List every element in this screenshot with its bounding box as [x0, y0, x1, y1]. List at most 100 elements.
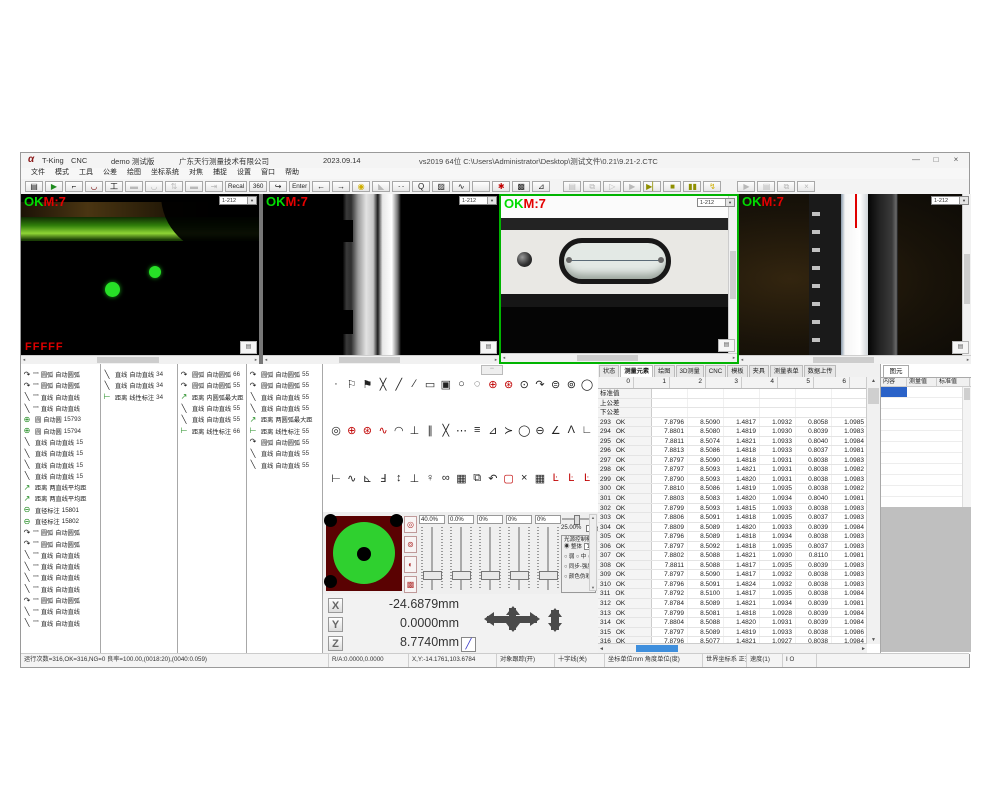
run-to-end-button[interactable]: ▶▏	[643, 181, 661, 192]
list-item[interactable]: ╲直线自动直线55	[247, 448, 322, 459]
disabled-tool-button[interactable]: ◡	[145, 181, 163, 192]
disabled-tool-button[interactable]: ⇥	[205, 181, 223, 192]
table-row[interactable]: 下公差	[598, 408, 867, 418]
scroll-down-icon[interactable]: ▼	[867, 637, 880, 643]
menu-item[interactable]: 捕捉	[208, 168, 232, 179]
table-tab[interactable]: 模板	[727, 365, 747, 377]
camera3-range-dropdown[interactable]: 1-212▾	[697, 198, 735, 207]
z-move-arrow[interactable]	[551, 610, 559, 630]
prev-button[interactable]: ←	[312, 181, 330, 192]
camera4-hscrollbar[interactable]: ◄►	[739, 355, 971, 364]
palette-tool-icon[interactable]: ╳	[376, 378, 390, 391]
element-row[interactable]	[881, 486, 963, 497]
scroll-left-icon[interactable]: ◄	[740, 357, 744, 363]
list-item[interactable]: ⊕圆自动圆15794	[21, 425, 100, 436]
menu-item[interactable]: 工具	[74, 168, 98, 179]
palette-tool-icon[interactable]: ⊢	[329, 472, 343, 485]
table-row[interactable]: 305OK 7.8796 8.5089 1.4818 1.0934 0.8038…	[598, 532, 867, 542]
palette-tool-icon[interactable]: ▢	[502, 472, 516, 485]
camera1-hscrollbar[interactable]: ◄►	[21, 355, 259, 364]
table-column-header[interactable]: 0	[598, 377, 634, 388]
scroll-left-icon[interactable]: ◄	[599, 646, 604, 652]
list-item[interactable]: ⊢距离线性标注34	[101, 392, 177, 403]
menu-item[interactable]: 模式	[50, 168, 74, 179]
list-item[interactable]: ╲***直线自动直线	[21, 572, 100, 583]
scroll-right-icon[interactable]: ►	[732, 355, 736, 361]
palette-tool-icon[interactable]: ⊛	[502, 378, 516, 391]
palette-tool-icon[interactable]: ⊥	[407, 424, 421, 437]
open2-button[interactable]: ▷	[603, 181, 621, 192]
palette-tool-icon[interactable]: ∞	[439, 472, 453, 485]
table-row[interactable]: 294OK 7.8801 8.5080 1.4819 1.0930 0.8039…	[598, 427, 867, 437]
light-mode-icon[interactable]: ▩	[404, 576, 417, 593]
y-move-arrow[interactable]	[509, 608, 516, 630]
list-item[interactable]: ↷***圆弧自动圆弧	[21, 538, 100, 549]
scroll-up-icon[interactable]: ▲	[867, 378, 880, 384]
slider-thumb[interactable]	[423, 571, 442, 580]
slider-track[interactable]	[479, 527, 501, 590]
slider-track[interactable]	[450, 527, 472, 590]
stop-button[interactable]: ■	[663, 181, 681, 192]
minimize-button[interactable]: —	[909, 155, 923, 164]
palette-tool-icon[interactable]: ⊚	[564, 378, 578, 391]
palette-tool-icon[interactable]: ▦	[455, 472, 469, 485]
palette-tool-icon[interactable]: ◌	[470, 378, 484, 391]
list-item[interactable]: ╲***直线自动直线	[21, 561, 100, 572]
list-item[interactable]: ↷圆弧自动圆弧55	[247, 437, 322, 448]
run-button[interactable]: ↯	[703, 181, 721, 192]
table-row[interactable]: 上公差	[598, 399, 867, 409]
caliper-tool-button[interactable]: 工	[105, 181, 123, 192]
save3-button[interactable]: ▤	[757, 181, 775, 192]
table-row[interactable]: 293OK 7.8796 8.5090 1.4817 1.0932 0.8058…	[598, 418, 867, 428]
list-item[interactable]: ╲直线自动直线55	[178, 403, 246, 414]
palette-tool-icon[interactable]: ⊕	[486, 378, 500, 391]
light-slider[interactable]: 0%	[535, 515, 561, 592]
list-item[interactable]: ╲直线自动直线55	[247, 459, 322, 470]
table-row[interactable]: 301OK 7.8803 8.5083 1.4820 1.0934 0.8040…	[598, 494, 867, 504]
element-col-header[interactable]: 标准值	[937, 378, 970, 386]
list-item[interactable]: ↗距离两直线平均距	[21, 493, 100, 504]
list-item[interactable]: ⊢距离线性标注66	[178, 425, 246, 436]
copy-button[interactable]: ⧉	[583, 181, 601, 192]
table-column-header[interactable]: 4	[742, 377, 778, 388]
palette-tool-icon[interactable]: ♀	[423, 472, 437, 485]
list-item[interactable]: ↗距离两直线平均距	[21, 482, 100, 493]
enter-button[interactable]: Enter	[289, 181, 310, 192]
palette-tool-icon[interactable]: ⋯	[455, 424, 469, 437]
list-item[interactable]: ╲***直线自动直线	[21, 550, 100, 561]
element-row[interactable]	[881, 431, 963, 442]
table-row[interactable]: 299OK 7.8790 8.5093 1.4820 1.0931 0.8038…	[598, 475, 867, 485]
disabled-tool-button[interactable]: ▬	[125, 181, 143, 192]
laser-button[interactable]: ✱	[492, 181, 510, 192]
light-slider[interactable]: 0%	[506, 515, 532, 592]
save2-button[interactable]: ▤	[563, 181, 581, 192]
palette-tool-icon[interactable]: ◯	[517, 424, 531, 437]
palette-tool-icon[interactable]: ∿	[376, 424, 390, 437]
list-item[interactable]: ╲***直线自动直线	[21, 618, 100, 629]
disabled-tool-button[interactable]: ⇅	[165, 181, 183, 192]
table-row[interactable]: 296OK 7.8813 8.5086 1.4818 1.0933 0.8037…	[598, 446, 867, 456]
palette-header-buttons[interactable]: ▫▫	[481, 365, 503, 375]
table-tab[interactable]: 测量表单	[770, 365, 803, 377]
table-row[interactable]: 306OK 7.8797 8.5092 1.4818 1.0935 0.8037…	[598, 542, 867, 552]
list-item[interactable]: ╲直线自动直线55	[247, 403, 322, 414]
maximize-button[interactable]: □	[929, 155, 943, 164]
table-tab[interactable]: 测量元素	[620, 365, 653, 377]
table-column-header[interactable]: 6	[814, 377, 850, 388]
camera-view-1[interactable]: OKM:7 FFFFF 1-212▾ ▤ ◄►	[21, 194, 259, 364]
slider-thumb[interactable]	[452, 571, 471, 580]
scroll-left-icon[interactable]: ◄	[502, 355, 506, 361]
list-item[interactable]: ╲直线自动直线15	[21, 437, 100, 448]
recal-button[interactable]: Recal	[225, 181, 247, 192]
element-col-header[interactable]: 测量值	[907, 378, 937, 386]
element-row[interactable]	[881, 442, 963, 453]
camera-view-2[interactable]: OKM:7 1-212▾ ▤ ◄►	[263, 194, 499, 364]
slider-thumb[interactable]	[539, 571, 558, 580]
camera1-range-dropdown[interactable]: 1-212▾	[219, 196, 257, 205]
table-vscrollbar[interactable]: ▲ ▼	[866, 377, 880, 644]
play-disabled-button[interactable]: ▶	[623, 181, 641, 192]
palette-tool-icon[interactable]: ↷	[533, 378, 547, 391]
list-item[interactable]: ╲直线自动直线55	[178, 414, 246, 425]
table-tab[interactable]: CNC	[705, 365, 726, 377]
palette-tool-icon[interactable]: ⊾	[360, 472, 374, 485]
